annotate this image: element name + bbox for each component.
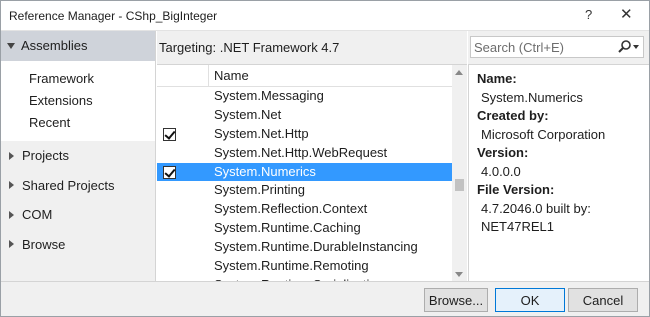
search-box[interactable] — [470, 36, 644, 58]
detail-version-label: Version: — [477, 145, 529, 160]
assembly-row[interactable]: System.Messaging — [157, 87, 452, 106]
help-button[interactable]: ? — [585, 7, 592, 22]
detail-file-version-value: 4.7.2046.0 built by: — [481, 200, 591, 216]
nav-assemblies[interactable]: Assemblies — [1, 31, 155, 61]
collapsed-arrow-icon — [9, 151, 14, 160]
collapsed-arrow-icon — [9, 240, 14, 249]
include-checkbox[interactable] — [163, 127, 176, 141]
expand-arrow-icon — [7, 42, 15, 49]
nav-item-label: COM — [22, 207, 53, 222]
list-rows: System.Messaging System.Net System.Net.Htt… — [157, 87, 452, 281]
close-button[interactable]: ✕ — [620, 5, 633, 23]
collapsed-arrow-icon — [9, 181, 14, 190]
assembly-name: System.Runtime.Remoting — [214, 258, 369, 274]
assembly-name: System.Runtime.Caching — [214, 220, 361, 236]
assembly-row[interactable]: System.Reflection.Context — [157, 200, 452, 219]
scroll-down-icon[interactable] — [455, 272, 463, 277]
scroll-thumb[interactable] — [455, 179, 464, 191]
nav-item-shared-projects[interactable]: Shared Projects — [1, 171, 155, 201]
detail-name-label: Name: — [477, 71, 517, 86]
checkbox-column-header[interactable] — [157, 65, 209, 87]
nav-item-projects[interactable]: Projects — [1, 141, 155, 171]
assembly-name: System.Net.Http.WebRequest — [214, 144, 388, 160]
assembly-name: System.Runtime.DurableInstancing — [214, 239, 418, 255]
nav-item-extensions[interactable]: Extensions — [29, 90, 155, 112]
targeting-label: Targeting: .NET Framework 4.7 — [159, 40, 340, 55]
button-bar: Browse... OK Cancel — [1, 281, 649, 316]
targeting-bar: Targeting: .NET Framework 4.7 — [157, 31, 467, 64]
assembly-row[interactable]: System.Net.Http — [157, 125, 452, 144]
assembly-row[interactable]: System.Numerics — [157, 162, 452, 182]
nav-item-browse[interactable]: Browse — [1, 230, 155, 260]
nav-item-framework[interactable]: Framework — [29, 68, 155, 90]
search-area — [468, 31, 649, 64]
left-navigation: Assemblies Framework Extensions Recent P… — [1, 31, 156, 281]
detail-file-version-label: File Version: — [477, 182, 555, 197]
title-bar: Reference Manager - CShp_BigInteger ? ✕ — [1, 1, 649, 31]
assemblies-subnav: Framework Extensions Recent — [1, 61, 155, 141]
detail-created-label: Created by: — [477, 108, 549, 123]
assembly-row[interactable]: System.Runtime.DurableInstancing — [157, 238, 452, 257]
nav-assemblies-label: Assemblies — [21, 38, 88, 53]
assembly-name: System.Reflection.Context — [214, 201, 368, 217]
nav-item-label: Browse — [22, 236, 66, 252]
assembly-name: System.Numerics — [214, 163, 316, 179]
nav-item-com[interactable]: COM — [1, 200, 155, 230]
list-header: Name — [157, 65, 452, 87]
assembly-row[interactable]: System.Runtime.Remoting — [157, 257, 452, 276]
detail-file-version-value-cont: NET47REL1 — [481, 219, 554, 234]
include-checkbox[interactable] — [163, 165, 176, 179]
window-title: Reference Manager - CShp_BigInteger — [9, 9, 218, 23]
browse-button[interactable]: Browse... — [424, 288, 488, 312]
assembly-row[interactable]: System.Runtime.Caching — [157, 219, 452, 238]
list-scrollbar[interactable] — [452, 65, 467, 281]
assembly-row[interactable]: System.Net.Http.WebRequest — [157, 144, 452, 163]
collapsed-arrow-icon — [9, 210, 14, 219]
assembly-row[interactable]: System.Printing — [157, 181, 452, 200]
search-options-dropdown-icon[interactable] — [633, 45, 639, 49]
nav-item-recent[interactable]: Recent — [29, 112, 155, 134]
detail-created-value: Microsoft Corporation — [481, 126, 606, 142]
reference-manager-dialog: Reference Manager - CShp_BigInteger ? ✕ … — [0, 0, 650, 317]
detail-version-value: 4.0.0.0 — [481, 163, 521, 179]
scroll-up-icon[interactable] — [455, 70, 463, 75]
details-panel: Name: System.Numerics Created by: Micros… — [468, 64, 649, 281]
assembly-name: System.Net.Http — [214, 125, 309, 141]
nav-item-label: Projects — [22, 148, 69, 163]
assembly-row[interactable]: System.Net — [157, 106, 452, 125]
cancel-button[interactable]: Cancel — [568, 288, 638, 312]
ok-button[interactable]: OK — [495, 288, 565, 312]
assembly-name: System.Net — [214, 106, 282, 122]
other-nav-groups: Projects Shared Projects COM Browse — [1, 141, 155, 281]
search-icon[interactable] — [617, 38, 633, 56]
assembly-name: System.Printing — [214, 182, 306, 198]
detail-name-value: System.Numerics — [481, 89, 583, 105]
search-input[interactable] — [474, 39, 614, 55]
name-column-header[interactable]: Name — [214, 68, 249, 83]
assembly-name: System.Messaging — [214, 88, 324, 103]
assembly-list: Name System.Messaging System.Net System.Ne… — [157, 64, 467, 281]
nav-item-label: Shared Projects — [22, 177, 115, 193]
